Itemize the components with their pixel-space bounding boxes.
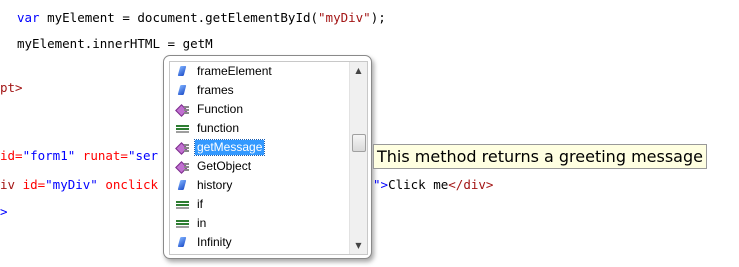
property-icon xyxy=(175,83,191,99)
attribute-name: onclick xyxy=(97,177,159,192)
keyword-icon xyxy=(175,121,191,137)
tag-bracket: > xyxy=(380,177,389,192)
code-line-1: var myElement = document.getElementById(… xyxy=(17,10,386,26)
code-line-3: pt> xyxy=(0,80,23,96)
completion-item[interactable]: if xyxy=(170,195,350,214)
completion-item-label: Function xyxy=(197,102,244,116)
completion-item[interactable]: frameElement xyxy=(170,62,350,81)
attribute-name: id= xyxy=(22,177,46,192)
tag-fragment: iv xyxy=(0,177,23,192)
completion-item-label: frameElement xyxy=(197,64,272,78)
attribute-value: " xyxy=(373,177,381,192)
completion-item-label: GetObject xyxy=(197,159,252,173)
completion-scrollbar[interactable]: ▲ ▼ xyxy=(349,62,367,254)
tag-bracket: > xyxy=(0,204,8,219)
method-icon xyxy=(175,102,191,118)
attribute-value: "myDiv" xyxy=(45,177,98,192)
method-icon xyxy=(175,140,191,156)
string-literal: "myDiv" xyxy=(318,10,371,25)
property-icon xyxy=(175,178,191,194)
code-text: myElement = document.getElementById( xyxy=(39,10,319,25)
completion-item[interactable]: Function xyxy=(170,100,350,119)
completion-list[interactable]: frameElement frames Function function getMes… xyxy=(170,62,350,254)
completion-item-label: getMessage xyxy=(193,139,266,156)
completion-item[interactable]: GetObject xyxy=(170,157,350,176)
completion-item-label: function xyxy=(197,121,240,135)
keyword-icon xyxy=(175,197,191,213)
completion-item[interactable]: in xyxy=(170,214,350,233)
member-tooltip: This method returns a greeting message xyxy=(373,144,707,169)
completion-item[interactable]: getMessage xyxy=(170,138,350,157)
code-line-5-right: ">Click me</div> xyxy=(373,177,493,193)
code-line-6: > xyxy=(0,204,8,220)
completion-item[interactable]: function xyxy=(170,119,350,138)
tag-fragment: pt> xyxy=(0,80,23,95)
scroll-thumb[interactable] xyxy=(352,134,366,152)
completion-item-label: Infinity xyxy=(197,235,232,249)
completion-item-label: if xyxy=(197,197,203,211)
code-line-4: id="form1" runat="ser xyxy=(0,148,158,164)
completion-list-frame: frameElement frames Function function getMes… xyxy=(169,61,368,255)
intellisense-popup[interactable]: frameElement frames Function function getMes… xyxy=(163,55,372,259)
element-text: Click me xyxy=(388,177,449,192)
keyword-var: var xyxy=(17,10,40,25)
completion-item[interactable]: history xyxy=(170,176,350,195)
code-text: ); xyxy=(370,10,386,25)
property-icon xyxy=(175,235,191,251)
attribute-value: "ser xyxy=(127,148,159,163)
method-icon xyxy=(175,159,191,175)
completion-item-label: frames xyxy=(197,83,234,97)
attribute-value: "form1" xyxy=(22,148,76,163)
closing-tag: </div> xyxy=(448,177,494,192)
completion-item[interactable]: frames xyxy=(170,81,350,100)
attribute-name: id= xyxy=(0,148,23,163)
scroll-down-icon[interactable]: ▼ xyxy=(350,237,367,254)
code-line-2: myElement.innerHTML = getM xyxy=(17,36,213,51)
scroll-up-icon[interactable]: ▲ xyxy=(350,62,367,79)
property-icon xyxy=(175,64,191,80)
completion-item[interactable]: Infinity xyxy=(170,233,350,252)
attribute-name: runat= xyxy=(75,148,128,163)
completion-item-label: in xyxy=(197,216,207,230)
code-line-5-left: iv id="myDiv" onclick xyxy=(0,177,158,193)
completion-item-label: history xyxy=(197,178,233,192)
keyword-icon xyxy=(175,216,191,232)
